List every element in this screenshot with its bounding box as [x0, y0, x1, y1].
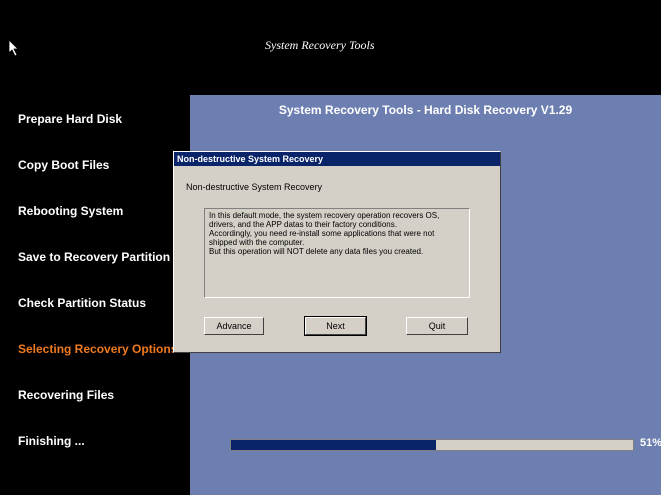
description-line: drivers, and the APP datas to their fact…	[209, 220, 397, 229]
step-recovering-files: Recovering Files	[18, 388, 115, 402]
dialog-titlebar: Non-destructive System Recovery	[174, 152, 500, 166]
progress-fill	[231, 440, 437, 450]
description-line: But this operation will NOT delete any d…	[209, 247, 424, 256]
step-selecting-recovery-options: Selecting Recovery Options	[18, 342, 178, 356]
progress-bar	[230, 439, 634, 451]
banner-title: System Recovery Tools	[265, 38, 375, 52]
description-line: shipped with the computer.	[209, 238, 305, 247]
description-line: In this default mode, the system recover…	[209, 211, 440, 220]
step-save-to-recovery-partition: Save to Recovery Partition	[18, 250, 171, 264]
top-banner: System Recovery Tools	[0, 0, 661, 92]
advance-button[interactable]: Advance	[204, 317, 264, 335]
main-title: System Recovery Tools - Hard Disk Recove…	[278, 103, 573, 117]
dialog-description-box: In this default mode, the system recover…	[204, 208, 470, 298]
step-finishing: Finishing ...	[18, 434, 85, 448]
step-check-partition-status: Check Partition Status	[18, 296, 147, 310]
step-copy-boot-files: Copy Boot Files	[18, 158, 110, 172]
description-line: Accordingly, you need re-install some ap…	[209, 229, 435, 238]
dialog-heading: Non-destructive System Recovery	[186, 182, 323, 192]
quit-button[interactable]: Quit	[406, 317, 468, 335]
step-rebooting-system: Rebooting System	[18, 204, 124, 218]
step-prepare-hard-disk: Prepare Hard Disk	[18, 112, 123, 126]
mouse-pointer-icon	[9, 40, 19, 56]
recovery-mode-dialog: Non-destructive System Recovery Non-dest…	[173, 151, 501, 353]
progress-percent-label: 51%	[640, 437, 661, 449]
step-sidebar: Prepare Hard Disk Copy Boot Files Reboot…	[0, 95, 187, 495]
next-button[interactable]: Next	[304, 316, 367, 336]
